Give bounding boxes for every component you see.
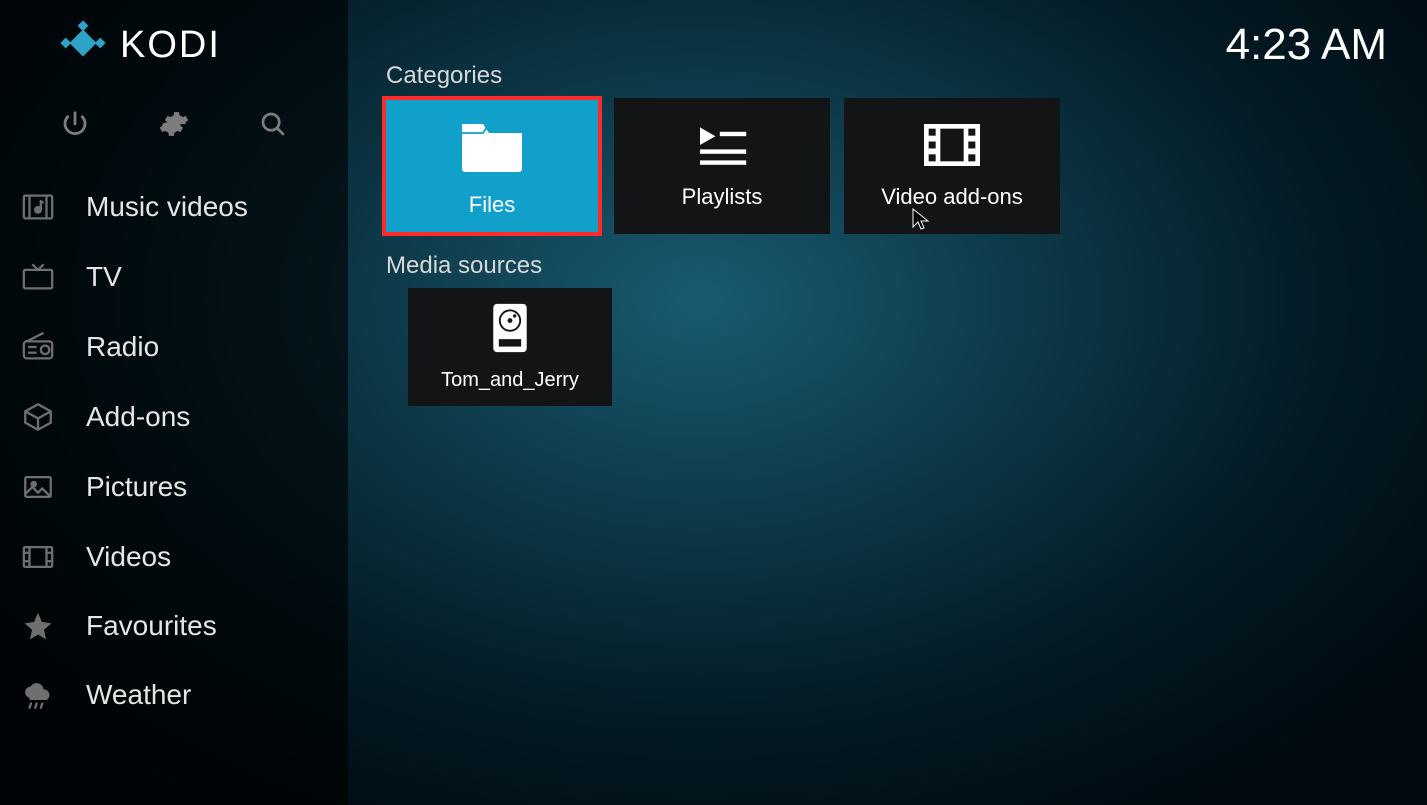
main-content: 4:23 AM Categories Files bbox=[348, 0, 1427, 805]
menu-item-addons[interactable]: Add-ons bbox=[8, 382, 348, 452]
media-sources-row: Tom_and_Jerry bbox=[384, 288, 1391, 406]
clock: 4:23 AM bbox=[1226, 20, 1387, 70]
power-button[interactable] bbox=[60, 109, 90, 144]
main-menu: Music videos TV bbox=[0, 172, 348, 730]
film-icon bbox=[924, 123, 980, 172]
disk-icon bbox=[486, 302, 534, 359]
menu-label: Add-ons bbox=[86, 401, 190, 433]
menu-item-videos[interactable]: Videos bbox=[8, 522, 348, 592]
kodi-logo-icon bbox=[60, 20, 106, 71]
media-label: Tom_and_Jerry bbox=[441, 369, 579, 392]
media-sources-title: Media sources bbox=[386, 252, 1391, 280]
sidebar: KODI bbox=[0, 0, 348, 805]
weather-icon bbox=[14, 678, 62, 712]
menu-item-weather[interactable]: Weather bbox=[8, 660, 348, 730]
menu-item-radio[interactable]: Radio bbox=[8, 312, 348, 382]
menu-label: Music videos bbox=[86, 191, 248, 223]
star-icon bbox=[14, 610, 62, 642]
playlist-icon bbox=[694, 123, 750, 172]
videos-icon bbox=[14, 540, 62, 574]
menu-label: Weather bbox=[86, 679, 191, 711]
category-tile-playlists[interactable]: Playlists bbox=[614, 98, 830, 234]
menu-item-music-videos[interactable]: Music videos bbox=[8, 172, 348, 242]
tile-label: Video add-ons bbox=[881, 184, 1023, 210]
menu-label: Videos bbox=[86, 541, 171, 573]
menu-label: Pictures bbox=[86, 471, 187, 503]
menu-label: Radio bbox=[86, 331, 159, 363]
menu-item-pictures[interactable]: Pictures bbox=[8, 452, 348, 522]
category-tile-files[interactable]: Files bbox=[384, 98, 600, 234]
tile-label: Files bbox=[469, 192, 515, 218]
pictures-icon bbox=[14, 470, 62, 504]
menu-item-tv[interactable]: TV bbox=[8, 242, 348, 312]
brand: KODI bbox=[0, 20, 348, 89]
category-tile-video-addons[interactable]: Video add-ons bbox=[844, 98, 1060, 234]
tile-label: Playlists bbox=[682, 184, 763, 210]
sidebar-toolbar bbox=[0, 89, 348, 172]
menu-label: Favourites bbox=[86, 610, 217, 642]
brand-name: KODI bbox=[120, 24, 221, 67]
menu-item-favourites[interactable]: Favourites bbox=[8, 592, 348, 660]
media-source-tile-tom-jerry[interactable]: Tom_and_Jerry bbox=[408, 288, 612, 406]
radio-icon bbox=[14, 330, 62, 364]
search-button[interactable] bbox=[258, 109, 288, 144]
addons-icon bbox=[14, 400, 62, 434]
music-video-icon bbox=[14, 190, 62, 224]
settings-button[interactable] bbox=[159, 109, 189, 144]
categories-row: Files Playlists bbox=[384, 98, 1391, 234]
tv-icon bbox=[14, 260, 62, 294]
menu-label: TV bbox=[86, 261, 122, 293]
folder-icon bbox=[452, 115, 532, 180]
